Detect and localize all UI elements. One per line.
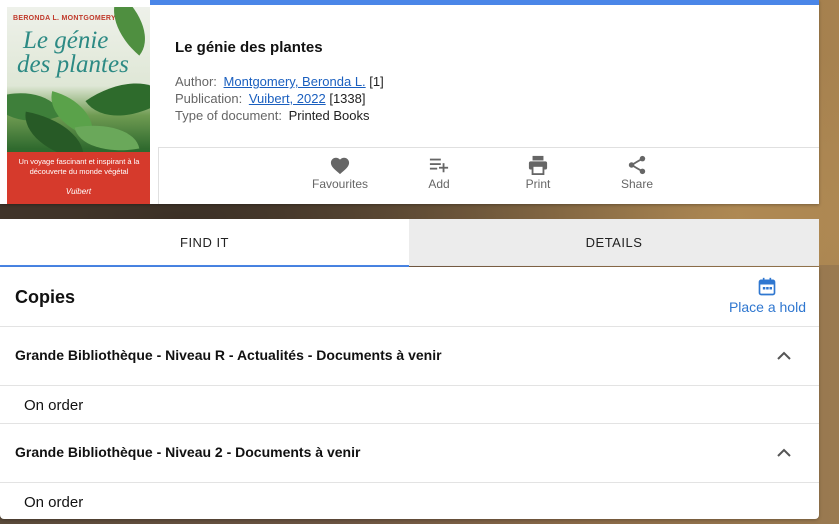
divider bbox=[0, 423, 819, 424]
cover-publisher: Vuibert bbox=[65, 187, 92, 196]
share-icon bbox=[628, 155, 646, 175]
type-value: Printed Books bbox=[288, 108, 370, 123]
printer-icon bbox=[528, 155, 548, 175]
type-row: Type of document: Printed Books bbox=[175, 108, 370, 123]
author-count: [1] bbox=[369, 74, 384, 89]
divider bbox=[0, 385, 819, 386]
publication-count: [1338] bbox=[329, 91, 366, 106]
accent-bar bbox=[150, 0, 819, 5]
print-button[interactable]: Print bbox=[498, 155, 578, 191]
publication-link[interactable]: Vuibert, 2022 bbox=[249, 91, 326, 106]
divider bbox=[0, 326, 819, 327]
book-title: Le génie des plantes bbox=[175, 39, 323, 56]
publication-row: Publication: Vuibert, 2022 [1338] bbox=[175, 91, 365, 106]
heart-icon bbox=[330, 157, 350, 175]
place-hold-button[interactable]: Place a hold bbox=[729, 277, 806, 315]
author-row: Author: Montgomery, Beronda L. [1] bbox=[175, 74, 384, 89]
share-button[interactable]: Share bbox=[597, 155, 677, 191]
chevron-up-icon[interactable] bbox=[776, 349, 792, 361]
cover-tagline: Un voyage fascinant et inspirant à la dé… bbox=[18, 157, 140, 176]
author-link[interactable]: Montgomery, Beronda L. bbox=[224, 74, 366, 89]
add-button[interactable]: Add bbox=[399, 155, 479, 191]
publication-label: Publication: bbox=[175, 91, 243, 106]
divider bbox=[0, 482, 819, 483]
place-hold-label: Place a hold bbox=[728, 299, 806, 315]
cover-title-line2: des plantes bbox=[17, 51, 129, 78]
tab-details[interactable]: DETAILS bbox=[409, 219, 819, 266]
copy-location[interactable]: Grande Bibliothèque - Niveau 2 - Documen… bbox=[15, 444, 360, 460]
playlist-add-icon bbox=[429, 158, 449, 173]
print-label: Print bbox=[525, 177, 551, 191]
copies-panel: Copies Place a hold Grande Bibliothèque … bbox=[0, 267, 819, 519]
divider bbox=[158, 147, 159, 204]
book-card: BERONDA L. MONTGOMERY Le génie des plant… bbox=[0, 0, 819, 204]
favourites-button[interactable]: Favourites bbox=[300, 155, 380, 191]
share-label: Share bbox=[620, 177, 654, 191]
divider bbox=[159, 147, 819, 148]
tab-bar: FIND IT DETAILS bbox=[0, 219, 819, 267]
copies-title: Copies bbox=[15, 287, 76, 307]
copy-status: On order bbox=[24, 397, 84, 414]
tab-find-it[interactable]: FIND IT bbox=[0, 219, 409, 267]
cover-author: BERONDA L. MONTGOMERY bbox=[13, 15, 117, 22]
chevron-up-icon[interactable] bbox=[776, 446, 792, 458]
type-label: Type of document: bbox=[175, 108, 282, 123]
book-cover[interactable]: BERONDA L. MONTGOMERY Le génie des plant… bbox=[7, 7, 150, 204]
add-label: Add bbox=[428, 177, 450, 191]
favourites-label: Favourites bbox=[311, 177, 369, 191]
calendar-icon bbox=[759, 277, 776, 296]
author-label: Author: bbox=[175, 74, 217, 89]
copy-location[interactable]: Grande Bibliothèque - Niveau R - Actuali… bbox=[15, 347, 442, 363]
copy-status: On order bbox=[24, 494, 84, 511]
